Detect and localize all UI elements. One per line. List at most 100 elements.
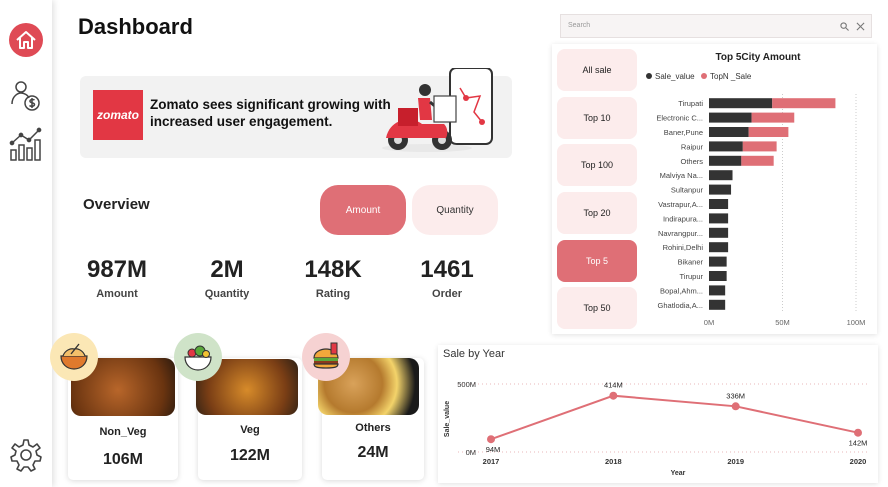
bar-sale-value: [709, 98, 773, 109]
kpi-value: 987M: [86, 256, 148, 283]
settings-gear-icon[interactable]: [8, 437, 44, 473]
y-axis-label: Sale_value: [444, 401, 451, 437]
home-icon[interactable]: [8, 22, 44, 58]
card-name: Others: [355, 422, 391, 434]
card-name: Veg: [240, 424, 260, 436]
top-city-bar-chart: Top 5City Amount Sale_value TopN _Sale 0M 50…: [646, 52, 866, 327]
bar-sale-value: [709, 285, 726, 296]
data-point: [854, 428, 862, 437]
bar-sale-value: [709, 127, 749, 137]
legend-marker: [701, 73, 707, 79]
slicer-top-100[interactable]: Top 100: [557, 144, 637, 186]
category-label: Baner,Pune: [664, 128, 703, 137]
slicer-top-10[interactable]: Top 10: [557, 97, 637, 139]
data-label: 336M: [726, 391, 745, 400]
card-value: 24M: [357, 444, 389, 461]
category-label: Malviya Na...: [660, 171, 703, 180]
kpi-rating: 148K Rating: [278, 256, 388, 300]
bar-topn-sale: [751, 112, 795, 123]
x-axis-label: Year: [671, 470, 686, 477]
salad-icon: [174, 333, 222, 381]
data-label: 414M: [604, 381, 623, 390]
category-label: Ghatlodia,A...: [658, 301, 703, 310]
page-title: Dashboard: [78, 14, 193, 39]
data-label: 94M: [486, 445, 501, 454]
category-label: Tirupati: [678, 99, 703, 108]
series-line: [490, 394, 859, 441]
search-placeholder: Search: [568, 22, 591, 29]
search-bar[interactable]: Search: [560, 14, 872, 38]
search-icon[interactable]: [840, 22, 849, 31]
kpi-value: 148K: [304, 256, 362, 283]
analytics-chart-icon[interactable]: [8, 126, 44, 162]
category-label: Navrangpur...: [658, 229, 703, 238]
category-label: Electronic C...: [656, 114, 703, 123]
bar-sale-value: [709, 112, 752, 123]
y-tick-label: 0M: [466, 448, 476, 457]
x-tick-label: 2018: [605, 457, 622, 466]
category-label: Bopal,Ahm...: [660, 286, 703, 295]
biryani-icon: [50, 333, 98, 381]
bar-sale-value: [709, 271, 727, 281]
slicer-top-20[interactable]: Top 20: [557, 192, 637, 234]
fastfood-icon: [302, 333, 350, 381]
category-label: Raipur: [681, 142, 704, 151]
delivery-scooter-illustration: [382, 68, 493, 152]
bar-sale-value: [709, 213, 729, 224]
bar-sale-value: [709, 141, 743, 152]
data-point: [609, 391, 618, 400]
bar-topn-sale: [741, 155, 774, 166]
bar-sale-value: [709, 155, 742, 166]
sales-money-icon[interactable]: [8, 78, 44, 114]
x-tick-label: 2017: [483, 457, 500, 466]
sale-by-year-line-chart: 500M 0M Sale_value 94M 2017 414M 2018 336M 2019 1…: [444, 380, 870, 477]
dashboard-root: Dashboard zomato Zomato sees significant…: [0, 0, 888, 487]
promo-banner: zomato Zomato sees significant growing w…: [80, 68, 512, 158]
kpi-quantity: 2M Quantity: [172, 256, 282, 300]
bar-sale-value: [709, 184, 732, 195]
slicer-top-5[interactable]: Top 5: [557, 240, 637, 282]
kpi-order: 1461 Order: [392, 256, 502, 300]
data-label: 142M: [849, 439, 868, 448]
banner-text: Zomato sees significant growing with inc…: [150, 97, 391, 129]
slicer-all-sale[interactable]: All sale: [557, 49, 637, 91]
x-tick-label: 50M: [775, 318, 790, 327]
kpi-amount: 987M Amount: [62, 256, 172, 300]
category-label: Others: [680, 157, 703, 166]
bar-topn-sale: [742, 141, 777, 152]
x-tick-label: 100M: [847, 318, 866, 327]
chart-title: Top 5City Amount: [716, 52, 802, 63]
legend-label: Sale_value: [655, 72, 695, 81]
bar-topn-sale: [772, 98, 836, 109]
data-point: [731, 402, 740, 411]
overview-title: Overview: [83, 196, 150, 213]
y-tick-label: 500M: [457, 380, 476, 389]
kpi-label: Amount: [96, 288, 138, 300]
kpi-label: Quantity: [204, 288, 250, 300]
kpi-label: Rating: [315, 288, 351, 300]
category-label: Sultanpur: [671, 186, 704, 195]
bar-sale-value: [709, 299, 726, 310]
card-name: Non_Veg: [99, 426, 147, 438]
kpi-value: 1461: [420, 256, 474, 283]
quantity-toggle-button[interactable]: Quantity: [412, 185, 498, 235]
card-value: 122M: [229, 447, 271, 464]
x-tick-label: 2019: [727, 457, 744, 466]
category-label: Rohini,Delhi: [663, 243, 704, 252]
card-value: 106M: [102, 451, 144, 468]
category-label: Bikaner: [678, 258, 704, 267]
bar-sale-value: [709, 199, 729, 209]
clear-icon[interactable]: [856, 22, 865, 31]
bar-sale-value: [709, 256, 727, 267]
amount-toggle-button[interactable]: Amount: [320, 185, 406, 235]
x-tick-label: 0M: [704, 318, 714, 327]
bar-topn-sale: [748, 127, 789, 137]
category-label: Tirupur: [680, 272, 704, 281]
bar-sale-value: [709, 242, 729, 253]
slicer-top-50[interactable]: Top 50: [557, 287, 637, 329]
bar-sale-value: [709, 170, 733, 181]
legend-label: TopN _Sale: [710, 72, 752, 81]
category-label: Vastrapur,A...: [658, 200, 703, 209]
data-point: [487, 435, 495, 444]
bar-sale-value: [709, 227, 729, 238]
